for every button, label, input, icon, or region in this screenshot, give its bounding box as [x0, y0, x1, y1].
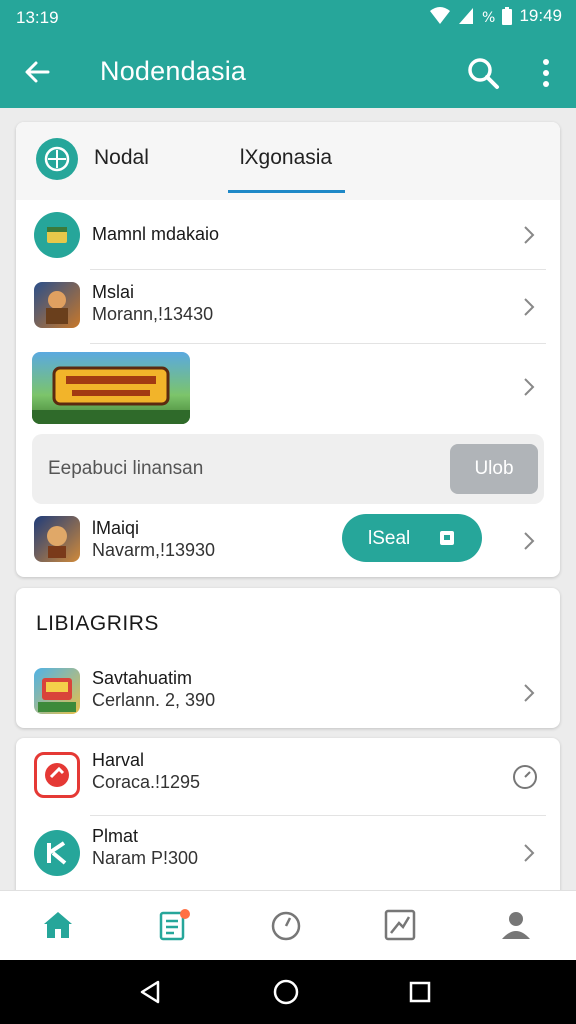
search-input[interactable] [48, 458, 448, 480]
item-subtitle: Naram P!300 [92, 848, 199, 868]
search-row: Ulob [32, 434, 544, 504]
item-subtitle: Navarm,!13930 [92, 540, 216, 560]
chevron-right-icon [524, 378, 535, 396]
data-icon: % [482, 10, 495, 26]
save-icon [440, 531, 454, 545]
item-title: Harval [92, 750, 145, 770]
tab-nodal[interactable]: Nodal [94, 146, 149, 170]
pill-label: lSeal [368, 528, 411, 549]
item-title: lMaiqi [92, 518, 140, 538]
list-item[interactable]: Savtahuatim Cerlann. 2, 390 [16, 658, 560, 728]
chart-icon[interactable] [382, 907, 418, 943]
app-icon [34, 752, 80, 798]
action-pill-button[interactable]: lSeal [342, 514, 482, 562]
tab-bar: Nodal lXgonasia [16, 122, 560, 200]
list-item[interactable]: Plmat Naram P!300 [16, 816, 560, 896]
section-card: LIBIAGRIRS Savtahuatim Cerlann. 2, 390 [16, 588, 560, 728]
item-title: Mamnl mdakaio [92, 224, 220, 244]
chevron-right-icon [524, 532, 535, 550]
game-avatar [34, 516, 80, 562]
item-subtitle: Cerlann. 2, 390 [92, 690, 216, 710]
box-icon [34, 212, 80, 258]
item-title: Mslai [92, 282, 135, 302]
tab-indicator [228, 190, 345, 193]
item-title: Plmat [92, 826, 139, 846]
game-banner-image [32, 352, 190, 424]
item-title: Savtahuatim [92, 668, 193, 688]
main-card: Nodal lXgonasia Mamnl mdakaio Mslai Mora… [16, 122, 560, 577]
list-item[interactable]: Mslai Morann,!13430 [16, 270, 560, 344]
banner-item[interactable] [16, 344, 560, 430]
submit-button[interactable]: Ulob [450, 444, 538, 494]
recents-icon[interactable] [404, 976, 436, 1008]
app-icon [34, 830, 80, 876]
section-card: Harval Coraca.!1295 Plmat Naram P!300 [16, 738, 560, 898]
svg-text:%: % [482, 10, 495, 26]
signal-icon [459, 8, 474, 24]
game-avatar [34, 668, 80, 714]
item-subtitle: Coraca.!1295 [92, 772, 201, 792]
tab-selected[interactable]: lXgonasia [228, 146, 344, 194]
wifi-icon [430, 7, 451, 24]
status-time-right: 19:49 [519, 6, 562, 25]
system-navigation-bar [0, 960, 576, 1024]
item-subtitle: Morann,!13430 [92, 304, 214, 324]
compass-icon [36, 138, 78, 180]
status-bar: 13:19 % 19:49 [0, 0, 576, 36]
chevron-right-icon [524, 226, 535, 244]
back-arrow-icon[interactable] [18, 54, 58, 90]
list-item[interactable]: Harval Coraca.!1295 [16, 738, 560, 814]
home-circle-icon[interactable] [270, 976, 302, 1008]
battery-icon [502, 7, 513, 25]
section-title: LIBIAGRIRS [36, 612, 159, 635]
clock-icon [513, 765, 537, 789]
profile-icon[interactable] [498, 907, 534, 943]
home-icon[interactable] [40, 907, 76, 943]
list-icon[interactable] [156, 907, 192, 943]
status-time-left: 13:19 [16, 8, 59, 27]
chevron-right-icon [524, 298, 535, 316]
chevron-right-icon [524, 844, 535, 862]
bottom-navigation [0, 890, 576, 960]
more-vert-icon[interactable] [532, 54, 560, 92]
back-icon[interactable] [134, 976, 166, 1008]
chevron-right-icon [524, 684, 535, 702]
timer-icon[interactable] [268, 907, 304, 943]
app-title: Nodendasia [100, 56, 247, 86]
status-icons: % 19:49 [429, 6, 562, 26]
search-icon[interactable] [464, 54, 502, 92]
game-avatar [34, 282, 80, 328]
app-bar: Nodendasia [0, 36, 576, 108]
list-item[interactable]: Mamnl mdakaio [16, 200, 560, 270]
